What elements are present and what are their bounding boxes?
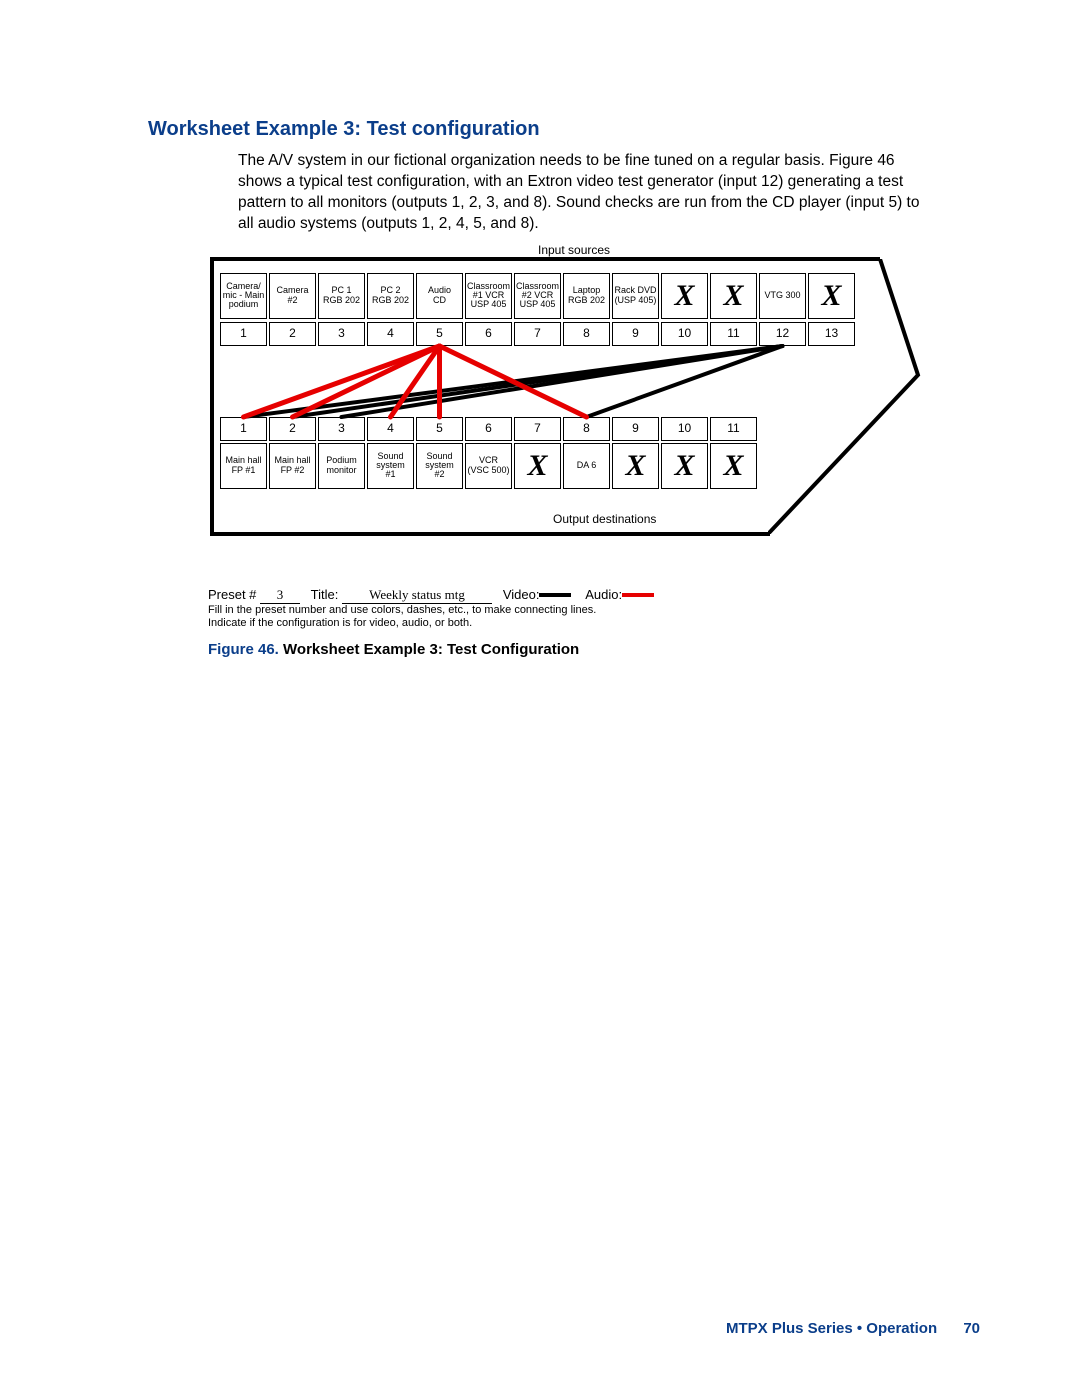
inputs-labels-cell: Classroom #2 VCR USP 405 bbox=[514, 273, 561, 319]
outputs-nums-cell: 3 bbox=[318, 417, 365, 441]
outputs-labels-cell: Sound system #1 bbox=[367, 443, 414, 489]
footer-text: MTPX Plus Series • Operation bbox=[726, 1320, 937, 1337]
inputs-labels-cell: Camera #2 bbox=[269, 273, 316, 319]
inputs-labels-cell: PC 1 RGB 202 bbox=[318, 273, 365, 319]
inputs-labels-cell: PC 2 RGB 202 bbox=[367, 273, 414, 319]
outputs-nums-cell: 1 bbox=[220, 417, 267, 441]
outputs-labels-cell: DA 6 bbox=[563, 443, 610, 489]
outputs-nums-cell: 10 bbox=[661, 417, 708, 441]
inputs-labels-cell: X bbox=[661, 273, 708, 319]
inputs-title: Input sources bbox=[538, 243, 610, 257]
figure-text: Worksheet Example 3: Test Configuration bbox=[283, 641, 579, 658]
outputs-nums-cell: 6 bbox=[465, 417, 512, 441]
outputs-labels-cell: X bbox=[514, 443, 561, 489]
outputs-nums-cell: 2 bbox=[269, 417, 316, 441]
outputs-nums-cell: 8 bbox=[563, 417, 610, 441]
inputs-nums-cell: 13 bbox=[808, 322, 855, 346]
preset-line: Preset # 3 Title: Weekly status mtg Vide… bbox=[208, 587, 968, 604]
outputs-labels-cell: X bbox=[710, 443, 757, 489]
inputs-nums-cell: 11 bbox=[710, 322, 757, 346]
inputs-nums-cell: 6 bbox=[465, 322, 512, 346]
page-number: 70 bbox=[963, 1320, 980, 1337]
outputs-labels-cell: Main hall FP #2 bbox=[269, 443, 316, 489]
inputs-nums-cell: 12 bbox=[759, 322, 806, 346]
figure-number: Figure 46. bbox=[208, 641, 279, 658]
outputs-labels-cell: X bbox=[661, 443, 708, 489]
section-heading: Worksheet Example 3: Test configuration bbox=[148, 118, 990, 141]
inputs-nums-cell: 8 bbox=[563, 322, 610, 346]
outputs-nums-cell: 7 bbox=[514, 417, 561, 441]
outputs-nums-cell: 11 bbox=[710, 417, 757, 441]
outputs-nums-cell: 5 bbox=[416, 417, 463, 441]
outputs-labels-cell: VCR (VSC 500) bbox=[465, 443, 512, 489]
inputs-labels-cell: X bbox=[808, 273, 855, 319]
inputs-nums-cell: 2 bbox=[269, 322, 316, 346]
outputs-labels-cell: X bbox=[612, 443, 659, 489]
inputs-labels-cell: VTG 300 bbox=[759, 273, 806, 319]
inputs-labels-cell: Laptop RGB 202 bbox=[563, 273, 610, 319]
inputs-labels-cell: Camera/ mic - Main podium bbox=[220, 273, 267, 319]
video-label: Video: bbox=[503, 587, 540, 602]
inputs-labels-cell: Rack DVD (USP 405) bbox=[612, 273, 659, 319]
inputs-nums-cell: 5 bbox=[416, 322, 463, 346]
worksheet-diagram: Input sources Output destinations Camera… bbox=[208, 247, 968, 587]
inputs-nums-cell: 3 bbox=[318, 322, 365, 346]
inputs-nums-cell: 4 bbox=[367, 322, 414, 346]
page-footer: MTPX Plus Series • Operation 70 bbox=[726, 1320, 980, 1337]
title-label: Title: bbox=[311, 587, 339, 602]
inputs-nums-cell: 10 bbox=[661, 322, 708, 346]
outputs-nums-cell: 4 bbox=[367, 417, 414, 441]
inputs-nums-cell: 7 bbox=[514, 322, 561, 346]
inputs-nums-cell: 9 bbox=[612, 322, 659, 346]
video-line-icon bbox=[539, 593, 571, 597]
preset-value: 3 bbox=[277, 587, 284, 602]
outputs-nums-cell: 9 bbox=[612, 417, 659, 441]
inputs-labels-cell: Classroom #1 VCR USP 405 bbox=[465, 273, 512, 319]
section-body: The A/V system in our fictional organiza… bbox=[238, 151, 938, 235]
outputs-labels-cell: Podium monitor bbox=[318, 443, 365, 489]
figure-caption: Figure 46. Worksheet Example 3: Test Con… bbox=[208, 641, 990, 658]
outputs-title: Output destinations bbox=[553, 512, 656, 526]
inputs-labels-cell: Audio CD bbox=[416, 273, 463, 319]
preset-label: Preset # bbox=[208, 587, 256, 602]
audio-label: Audio: bbox=[585, 587, 622, 602]
audio-line-icon bbox=[622, 593, 654, 597]
outputs-labels-cell: Sound system #2 bbox=[416, 443, 463, 489]
title-value: Weekly status mtg bbox=[342, 587, 492, 604]
inputs-nums-cell: 1 bbox=[220, 322, 267, 346]
inputs-labels-cell: X bbox=[710, 273, 757, 319]
outputs-labels-cell: Main hall FP #1 bbox=[220, 443, 267, 489]
preset-help-1: Fill in the preset number and use colors… bbox=[208, 604, 990, 618]
preset-help-2: Indicate if the configuration is for vid… bbox=[208, 617, 990, 631]
